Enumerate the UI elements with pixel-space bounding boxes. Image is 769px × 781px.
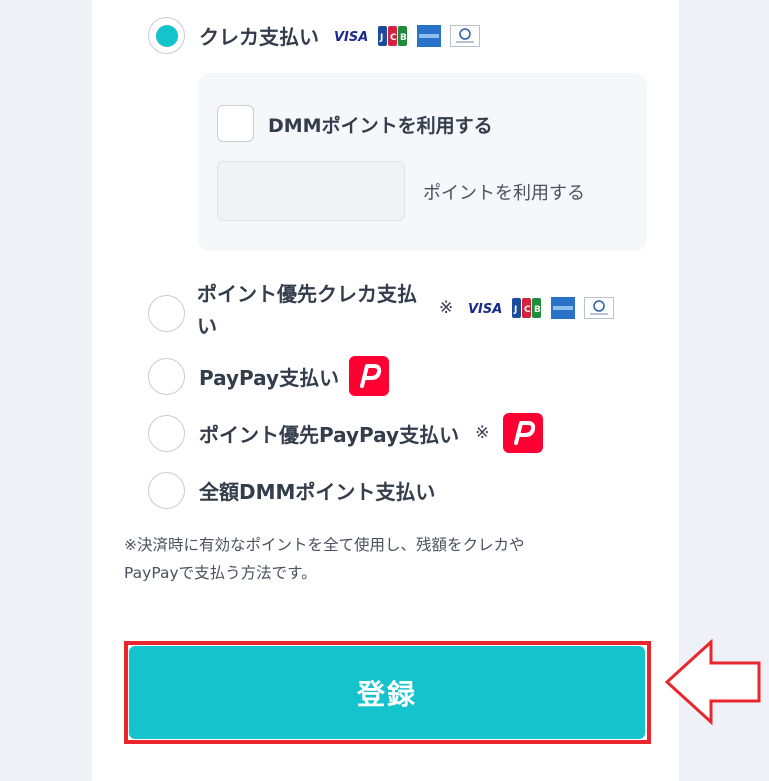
payment-option-point-priority-credit[interactable]: ポイント優先クレカ支払 い ※ VISA JCB	[148, 282, 615, 342]
register-button[interactable]: 登録	[129, 646, 645, 739]
payment-option-point-priority-paypay[interactable]: ポイント優先PayPay支払い ※	[148, 413, 544, 453]
diners-icon	[450, 24, 480, 47]
option-label: ポイント優先クレカ支払 い	[197, 278, 417, 342]
svg-text:J: J	[379, 33, 383, 43]
svg-text:J: J	[513, 305, 517, 315]
visa-icon: VISA	[468, 302, 502, 316]
option-label: クレカ支払い	[199, 25, 319, 49]
svg-text:VISA: VISA	[334, 30, 368, 44]
paypay-icon	[503, 413, 544, 453]
radio-full-dmm-point[interactable]	[148, 472, 185, 509]
option-label: ポイント優先PayPay支払い	[199, 422, 460, 447]
option-label: 全額DMMポイント支払い	[199, 480, 436, 504]
diners-icon	[584, 297, 615, 319]
note-mark: ※	[439, 298, 454, 318]
svg-text:C: C	[524, 305, 531, 315]
payment-option-full-dmm-point[interactable]: 全額DMMポイント支払い	[148, 472, 435, 509]
use-points-label: DMMポイントを利用する	[268, 115, 493, 137]
points-panel: DMMポイントを利用する ポイントを利用する	[198, 73, 647, 251]
card-brand-icons: VISA JCB	[333, 24, 480, 47]
note-mark: ※	[475, 423, 490, 443]
amex-icon	[551, 297, 576, 319]
points-suffix-label: ポイントを利用する	[423, 183, 585, 204]
svg-text:B: B	[400, 33, 407, 43]
jcb-icon: JCB	[512, 298, 542, 318]
payment-option-credit-card[interactable]: クレカ支払い VISA JCB	[148, 17, 480, 54]
visa-icon: VISA	[334, 30, 368, 44]
radio-point-priority-paypay[interactable]	[148, 414, 185, 452]
option-label: PayPay支払い	[199, 365, 340, 390]
amex-icon	[417, 24, 441, 47]
option-label-line2: い	[197, 314, 217, 338]
option-label-line1: ポイント優先クレカ支払	[197, 282, 417, 306]
svg-text:B: B	[534, 305, 541, 315]
jcb-icon: JCB	[378, 25, 407, 46]
use-points-checkbox[interactable]	[217, 105, 254, 142]
arrow-left-icon	[664, 639, 761, 725]
payment-option-paypay[interactable]: PayPay支払い	[148, 356, 390, 396]
svg-text:VISA: VISA	[468, 302, 502, 316]
radio-credit-card[interactable]	[148, 17, 185, 54]
card-brand-icons: VISA JCB	[467, 297, 615, 319]
radio-point-priority-credit[interactable]	[148, 294, 185, 332]
payment-note: ※決済時に有効なポイントを全て使用し、残額をクレカや PayPayで支払う方法で…	[124, 531, 644, 587]
points-amount-input[interactable]	[217, 161, 405, 221]
paypay-icon	[349, 356, 390, 396]
note-line1: ※決済時に有効なポイントを全て使用し、残額をクレカや	[124, 536, 525, 554]
radio-paypay[interactable]	[148, 357, 185, 395]
note-line2: PayPayで支払う方法です。	[124, 564, 317, 582]
svg-text:C: C	[390, 33, 397, 43]
